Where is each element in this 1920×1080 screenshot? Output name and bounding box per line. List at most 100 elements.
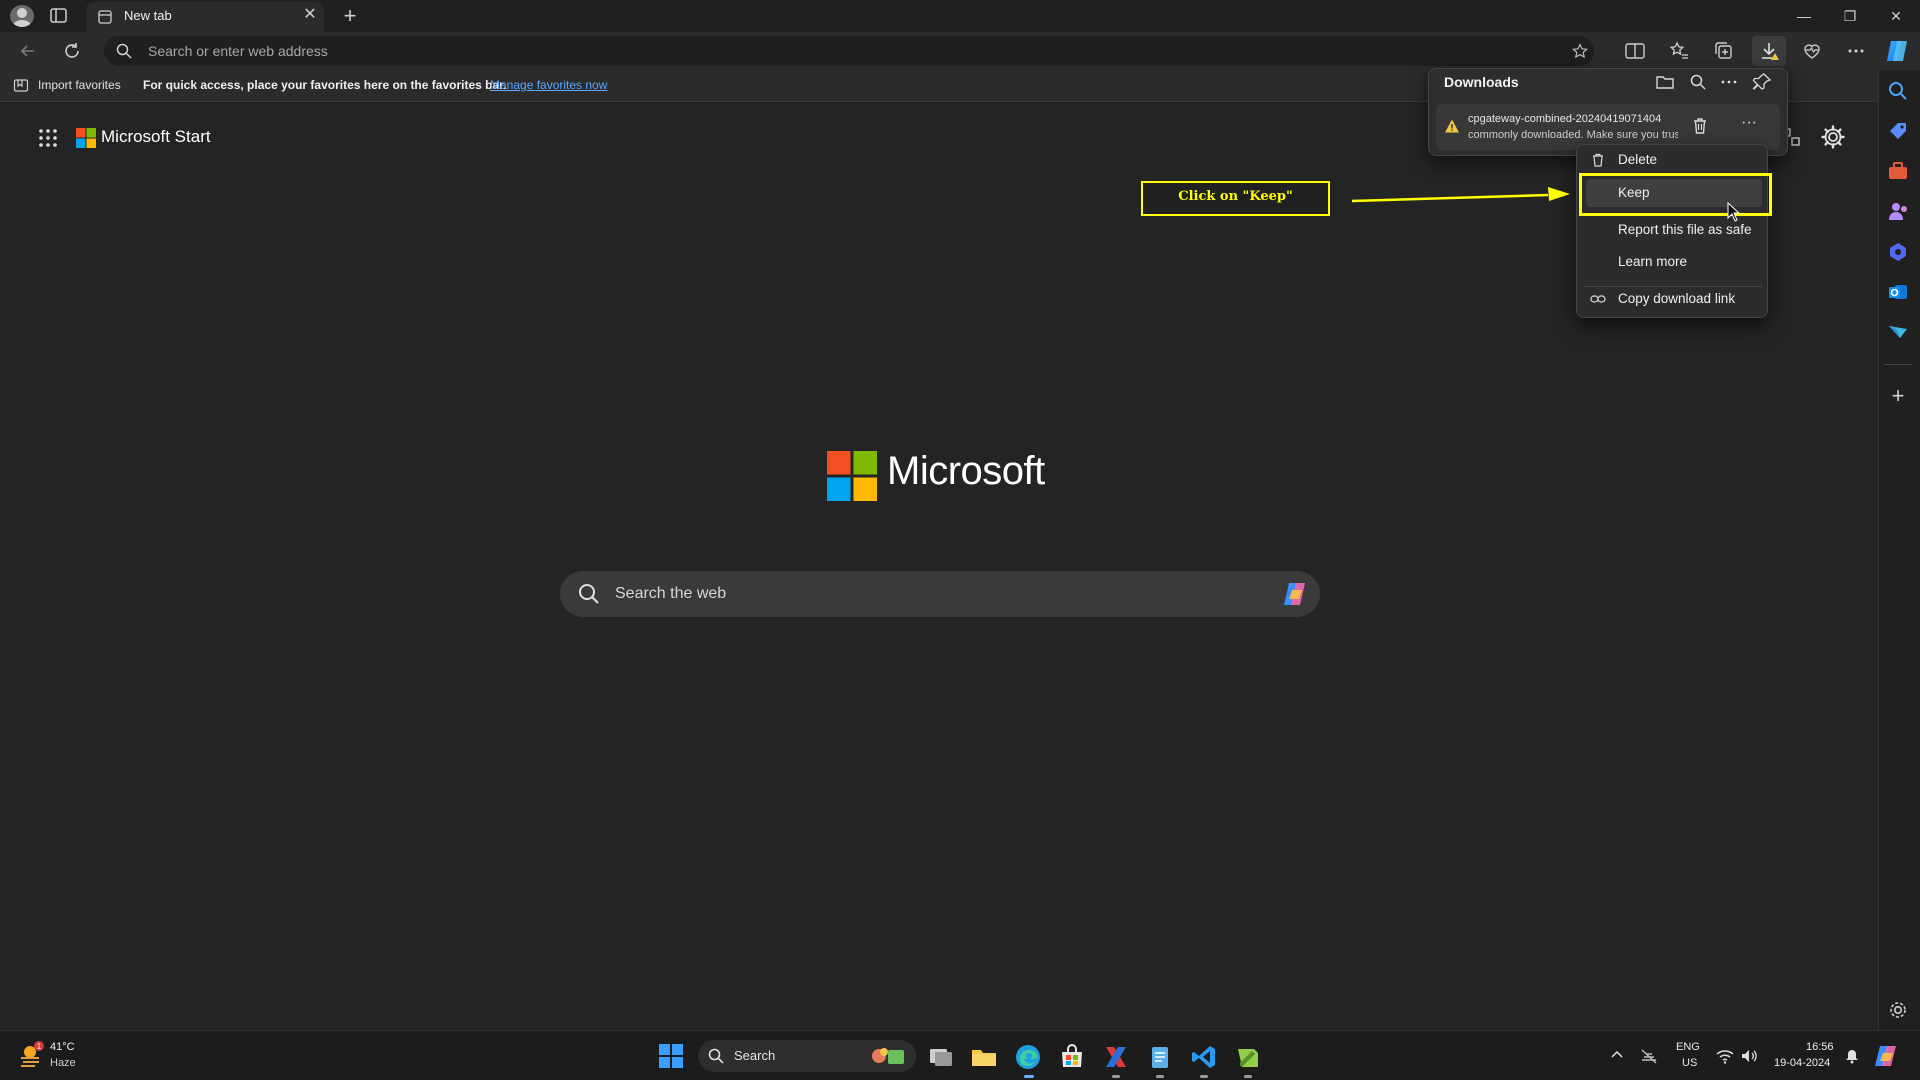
menu-item-copy-link[interactable]: Copy download link — [1586, 285, 1762, 313]
copilot-search-icon[interactable] — [1280, 580, 1310, 608]
address-placeholder: Search or enter web address — [148, 43, 328, 59]
sidebar-settings-icon[interactable] — [1886, 998, 1910, 1022]
menu-item-learn-more-label: Learn more — [1618, 254, 1688, 269]
taskbar-search-label: Search — [734, 1048, 776, 1063]
downloads-title: Downloads — [1444, 74, 1519, 90]
close-window-button[interactable]: ✕ — [1874, 4, 1918, 28]
menu-item-learn-more[interactable]: Learn more — [1586, 248, 1762, 276]
tab-actions-icon[interactable] — [48, 6, 70, 26]
tab-close-icon[interactable]: ✕ — [302, 7, 318, 23]
volume-icon[interactable] — [1740, 1048, 1758, 1064]
refresh-button[interactable] — [58, 37, 86, 65]
taskbar-copilot-icon[interactable] — [1872, 1042, 1900, 1070]
weather-temperature: 41°C — [50, 1041, 75, 1053]
restore-button[interactable]: ❐ — [1828, 4, 1872, 28]
tab-favicon-icon — [98, 10, 112, 24]
tab-title: New tab — [124, 8, 172, 23]
notepad-plus-plus-icon[interactable] — [1234, 1043, 1262, 1071]
taskbar-search-icon — [708, 1048, 724, 1064]
new-tab-button[interactable]: + — [338, 4, 362, 28]
sidebar-drop-icon[interactable] — [1886, 320, 1910, 344]
sidebar-outlook-icon[interactable] — [1886, 280, 1910, 304]
tab-new-tab[interactable] — [86, 2, 324, 32]
sidebar-tools-icon[interactable] — [1886, 159, 1910, 183]
browser-essentials-icon[interactable] — [1801, 40, 1823, 62]
downloads-button[interactable] — [1752, 36, 1786, 66]
more-options-icon[interactable] — [1845, 40, 1867, 62]
microsoft-store-icon[interactable] — [1058, 1043, 1086, 1071]
sidebar-search-icon[interactable] — [1886, 79, 1910, 103]
sidebar-shopping-icon[interactable] — [1886, 119, 1910, 143]
microsoft-wordmark: Microsoft — [887, 449, 1045, 493]
task-view-icon[interactable] — [927, 1043, 955, 1071]
download-filename: cpgateway-combined-20240419071404 — [1468, 113, 1662, 125]
favorites-icon[interactable] — [1668, 40, 1690, 62]
show-hidden-icons-chevron-icon[interactable] — [1610, 1048, 1624, 1062]
download-more-actions-button[interactable]: ··· — [1738, 115, 1760, 135]
vscode-icon[interactable] — [1190, 1043, 1218, 1071]
annotation-text: Click on "Keep" — [1178, 189, 1293, 204]
sidebar-games-icon[interactable] — [1886, 199, 1910, 223]
annotation-arrow-icon — [1351, 187, 1570, 203]
pin-downloads-icon[interactable] — [1752, 72, 1772, 92]
copilot-icon[interactable] — [1883, 37, 1911, 65]
profile-avatar-icon[interactable] — [10, 5, 34, 27]
edge-active-indicator — [1024, 1075, 1034, 1078]
microsoft-logo-icon — [827, 451, 877, 501]
microsoft-start-label[interactable]: Microsoft Start — [101, 127, 211, 147]
collections-icon[interactable] — [1713, 40, 1735, 62]
weather-haze-icon[interactable]: 1 — [16, 1040, 46, 1070]
menu-item-report-label: Report this file as safe — [1618, 222, 1752, 237]
app-running-indicator — [1112, 1075, 1120, 1078]
windows-start-icon[interactable] — [658, 1043, 684, 1069]
search-highlight-icon — [872, 1048, 904, 1064]
open-downloads-folder-icon[interactable] — [1655, 72, 1675, 92]
clock-time[interactable]: 16:56 — [1806, 1041, 1834, 1053]
favorite-star-icon[interactable] — [1572, 43, 1588, 59]
split-screen-icon[interactable] — [1624, 41, 1646, 61]
mouse-cursor-icon — [1727, 202, 1741, 222]
delete-download-icon[interactable] — [1690, 116, 1710, 136]
downloads-more-icon[interactable] — [1719, 72, 1739, 92]
trash-icon — [1593, 153, 1603, 167]
weather-condition: Haze — [50, 1057, 76, 1069]
microsoft-start-logo-icon — [76, 128, 96, 148]
minimize-button[interactable]: — — [1782, 4, 1826, 28]
menu-item-delete-label: Delete — [1618, 152, 1658, 167]
file-explorer-icon[interactable] — [970, 1043, 998, 1071]
import-favorites-icon — [13, 79, 29, 92]
download-icon — [1762, 43, 1779, 60]
web-search-icon — [579, 584, 599, 604]
app-running-indicator — [1244, 1075, 1252, 1078]
input-region[interactable]: US — [1682, 1057, 1697, 1075]
weather-badge: 1 — [37, 1042, 42, 1051]
menu-item-delete[interactable]: Delete — [1586, 146, 1762, 174]
link-icon — [1590, 295, 1606, 303]
notepad-icon[interactable] — [1146, 1043, 1174, 1071]
clock-date[interactable]: 19-04-2024 — [1774, 1057, 1830, 1069]
sidebar-divider — [1884, 364, 1912, 365]
edge-browser-icon[interactable] — [1014, 1043, 1042, 1071]
search-downloads-icon[interactable] — [1688, 72, 1708, 92]
refresh-icon — [65, 43, 79, 58]
back-arrow-icon — [20, 45, 34, 57]
manage-favorites-link[interactable]: Manage favorites now — [490, 78, 607, 92]
taskbar — [0, 1030, 1920, 1080]
menu-item-copy-link-label: Copy download link — [1618, 291, 1736, 306]
wifi-icon[interactable] — [1716, 1048, 1734, 1064]
sidebar-copilot-app-icon[interactable] — [1886, 240, 1910, 264]
keep-highlight-box — [1579, 173, 1772, 216]
app-running-indicator — [1200, 1075, 1208, 1078]
back-button[interactable] — [14, 37, 42, 65]
app-running-indicator — [1156, 1075, 1164, 1078]
search-icon — [116, 43, 132, 59]
app-icon-red-blue[interactable] — [1102, 1043, 1130, 1071]
notifications-bell-icon[interactable] — [1844, 1048, 1860, 1064]
page-settings-gear-icon[interactable] — [1820, 124, 1846, 150]
sidebar-add-icon[interactable]: + — [1886, 384, 1910, 408]
app-launcher-icon[interactable] — [38, 128, 58, 148]
warning-icon — [1445, 119, 1459, 133]
network-off-icon[interactable] — [1640, 1048, 1658, 1064]
import-favorites-button[interactable]: Import favorites — [38, 78, 121, 92]
download-warning-text: commonly downloaded. Make sure you trust — [1468, 129, 1678, 141]
